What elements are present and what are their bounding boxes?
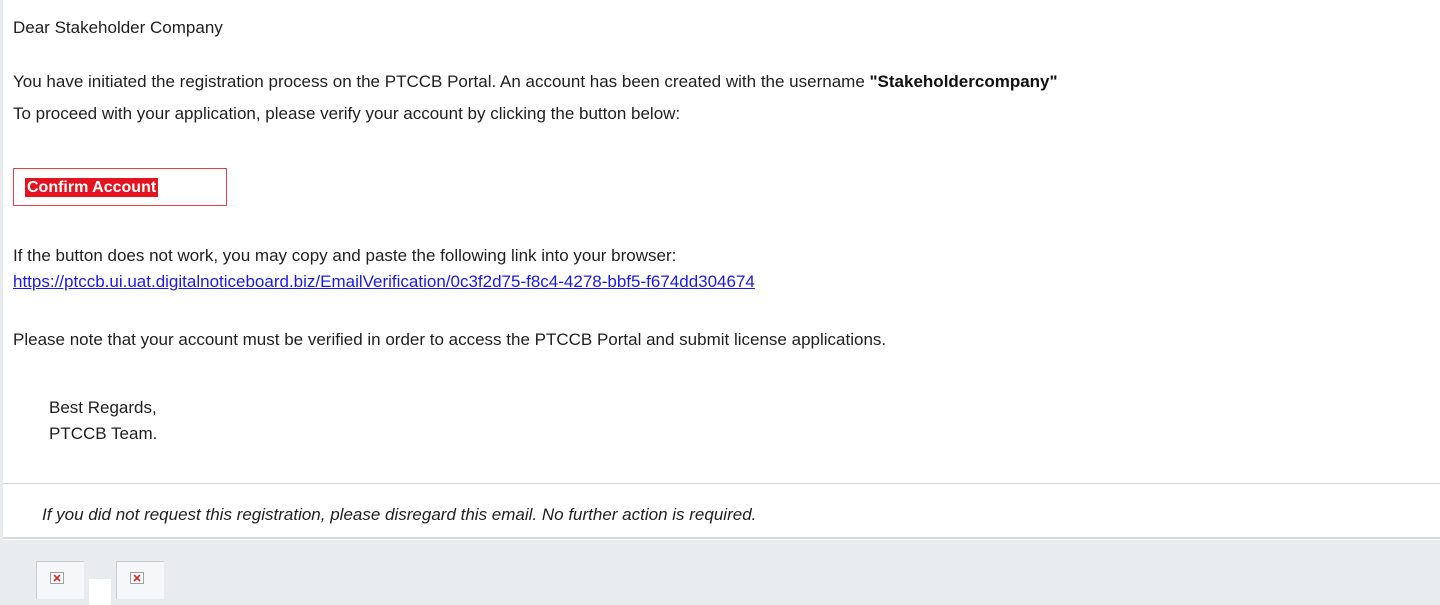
intro-text: You have initiated the registration proc… (13, 72, 870, 91)
intro-paragraph: You have initiated the registration proc… (13, 71, 1058, 93)
proceed-instruction: To proceed with your application, please… (13, 104, 681, 123)
confirm-account-button[interactable]: Confirm Account (13, 168, 227, 206)
username: "Stakeholdercompany" (869, 72, 1058, 91)
signature: PTCCB Team. (49, 424, 158, 443)
greeting: Dear Stakeholder Company (13, 18, 223, 37)
footer-image-2 (116, 561, 164, 599)
confirm-account-label: Confirm Account (25, 177, 159, 197)
broken-image-icon (50, 572, 64, 584)
divider (3, 483, 1440, 484)
broken-image-icon (130, 572, 144, 584)
email-page: Dear Stakeholder Company You have initia… (0, 0, 1440, 605)
closing: Best Regards, (49, 398, 157, 417)
disclaimer: If you did not request this registration… (42, 505, 757, 524)
fallback-instruction: If the button does not work, you may cop… (13, 246, 677, 265)
verification-link[interactable]: https://ptccb.ui.uat.digitalnoticeboard.… (13, 271, 755, 293)
footer-image-1 (36, 561, 84, 599)
verification-note: Please note that your account must be ve… (13, 330, 887, 349)
divider (3, 537, 1440, 539)
footer-bar (3, 540, 1440, 605)
footer-gap (89, 579, 111, 605)
